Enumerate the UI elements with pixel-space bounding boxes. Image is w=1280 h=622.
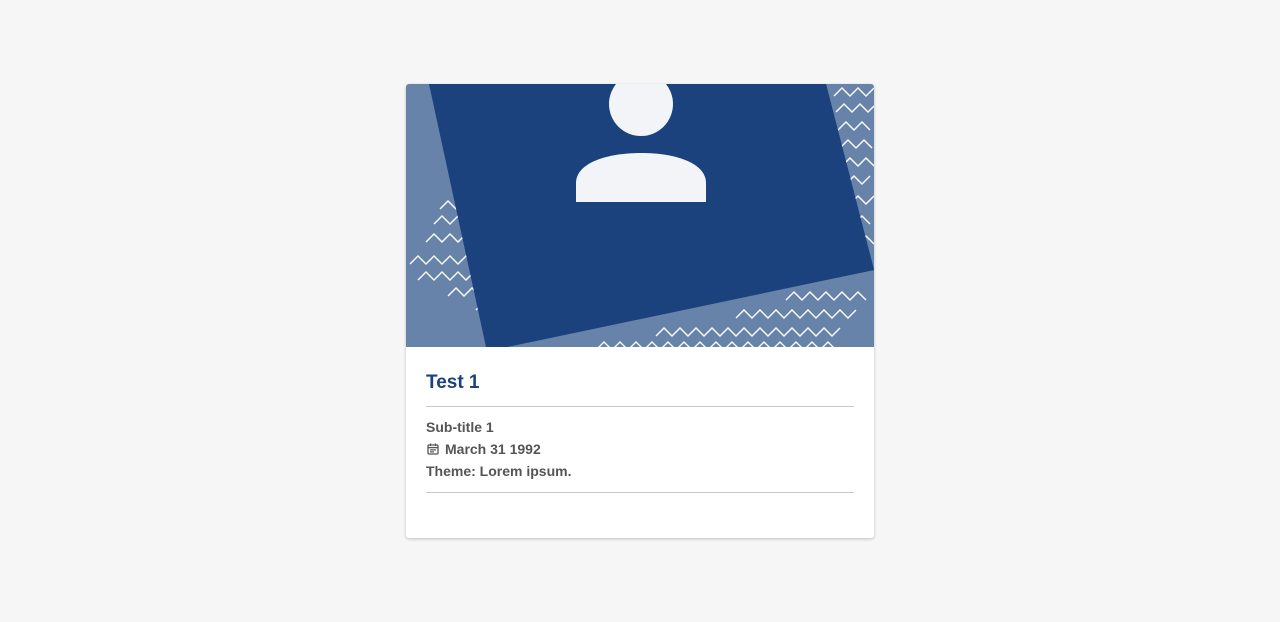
theme-text: Theme: Lorem ipsum. xyxy=(426,463,572,479)
subtitle-text: Sub-title 1 xyxy=(426,419,494,435)
date-text: March 31 1992 xyxy=(445,441,541,457)
card-theme: Theme: Lorem ipsum. xyxy=(426,460,854,482)
card-meta: Sub-title 1 March 31 1992 Theme: Lorem i… xyxy=(426,407,854,492)
calendar-icon xyxy=(427,443,439,455)
content-card[interactable]: Test 1 Sub-title 1 March 31 1992 Theme: … xyxy=(406,84,874,538)
meta-divider xyxy=(426,492,854,493)
card-date: March 31 1992 xyxy=(426,438,854,460)
card-body: Test 1 Sub-title 1 March 31 1992 Theme: … xyxy=(406,347,874,493)
card-subtitle: Sub-title 1 xyxy=(426,416,854,438)
placeholder-image xyxy=(406,84,874,347)
card-title[interactable]: Test 1 xyxy=(426,347,854,406)
card-image xyxy=(406,84,874,347)
